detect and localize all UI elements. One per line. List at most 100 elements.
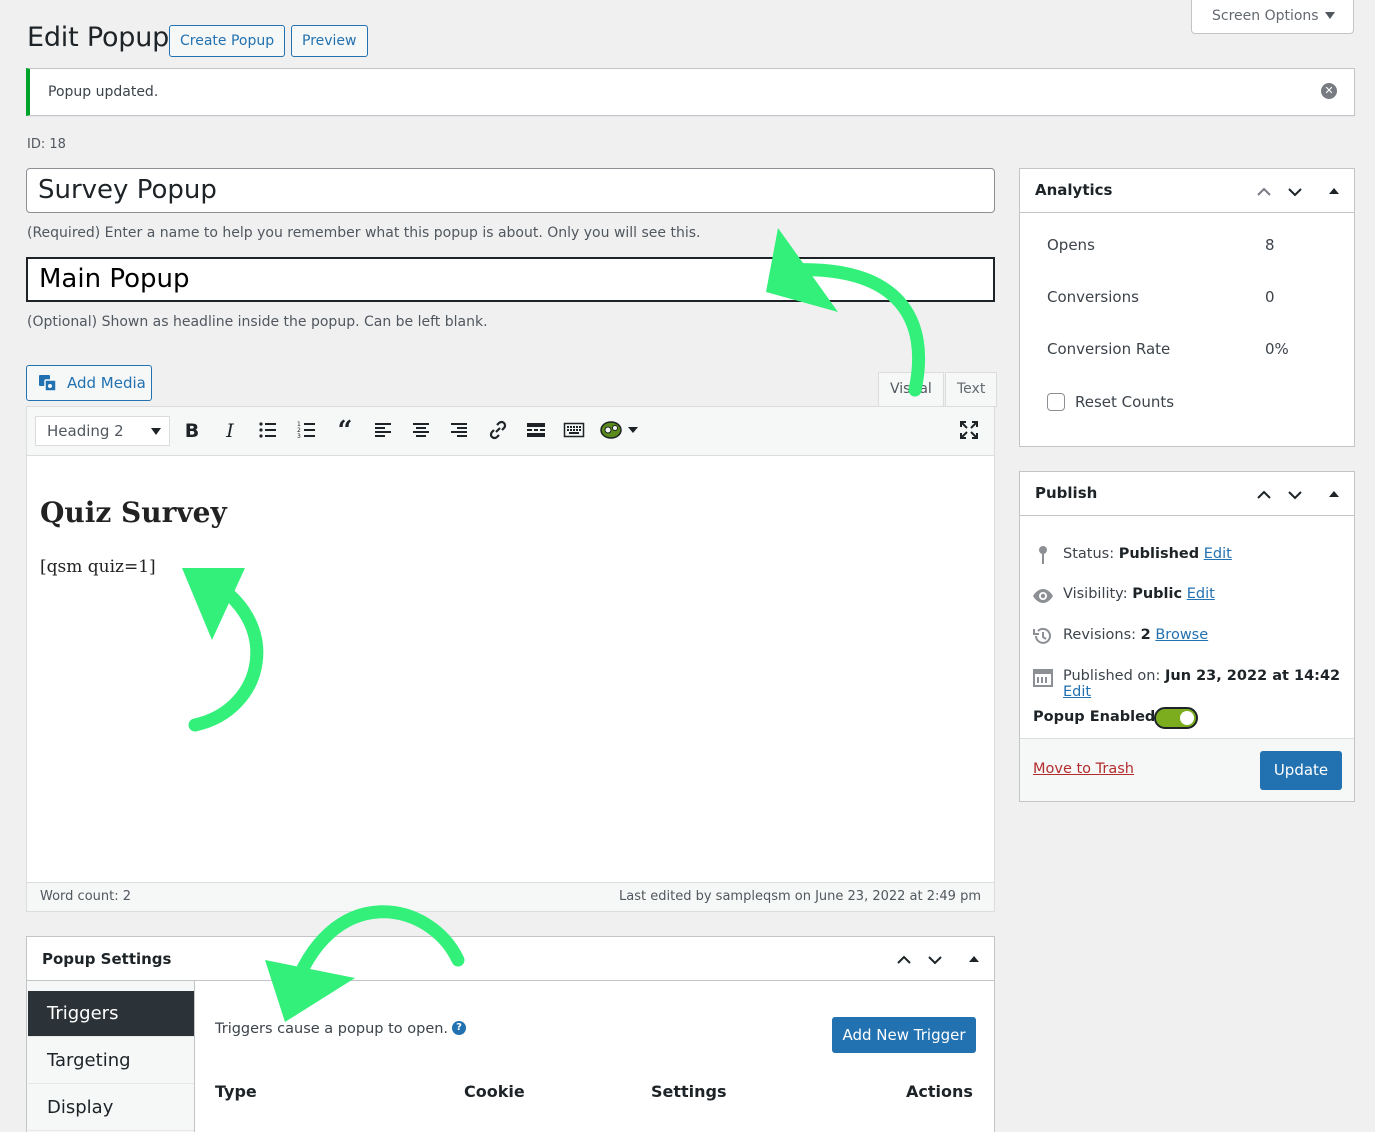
column-type: Type — [215, 1082, 257, 1101]
visibility-value: Public — [1132, 586, 1183, 602]
visibility-label: Visibility: — [1063, 586, 1128, 602]
popup-settings-title: Popup Settings — [42, 950, 172, 968]
help-icon[interactable]: ? — [452, 1021, 466, 1035]
post-id: ID: 18 — [27, 137, 66, 152]
caret-down-icon — [1325, 12, 1335, 19]
status-row: Status: Published Edit — [1063, 546, 1232, 562]
create-popup-button[interactable]: Create Popup — [169, 25, 286, 57]
analytics-value-opens: 8 — [1265, 236, 1275, 254]
pin-icon — [1039, 546, 1047, 564]
publish-box: Publish Status: Published Edit Visibilit… — [1019, 471, 1355, 802]
content-heading: Quiz Survey — [40, 496, 227, 529]
collapse-icon[interactable] — [966, 952, 982, 968]
word-count: Word count: 2 — [40, 889, 132, 904]
screen-options-toggle[interactable]: Screen Options — [1191, 0, 1354, 34]
revisions-row: Revisions: 2 Browse — [1063, 627, 1208, 643]
published-on-value: Jun 23, 2022 at 14:42 — [1164, 668, 1341, 684]
content-shortcode: [qsm quiz=1] — [40, 557, 156, 577]
add-media-label: Add Media — [67, 374, 146, 392]
published-on-edit-link[interactable]: Edit — [1063, 684, 1091, 700]
add-media-button[interactable]: Add Media — [26, 365, 152, 401]
column-actions: Actions — [906, 1082, 973, 1101]
blockquote-icon[interactable]: “ — [333, 418, 357, 444]
last-edited: Last edited by sampleqsm on June 23, 202… — [619, 889, 981, 904]
move-down-icon[interactable] — [927, 952, 943, 968]
caret-down-icon — [151, 428, 161, 435]
popup-settings-box: Popup Settings Triggers Targeting Displa… — [26, 936, 995, 1132]
italic-icon[interactable]: I — [218, 419, 242, 443]
read-more-icon[interactable] — [524, 419, 548, 443]
analytics-label-conversion-rate: Conversion Rate — [1047, 340, 1171, 358]
visibility-edit-link[interactable]: Edit — [1187, 586, 1215, 602]
popup-headline-input[interactable]: Main Popup — [26, 257, 995, 302]
analytics-value-conversion-rate: 0% — [1265, 340, 1289, 358]
move-up-icon[interactable] — [896, 952, 912, 968]
notice-text: Popup updated. — [48, 84, 159, 100]
success-notice: Popup updated. ✕ — [26, 68, 1355, 116]
tab-text[interactable]: Text — [945, 372, 998, 407]
status-edit-link[interactable]: Edit — [1204, 546, 1232, 562]
align-left-icon[interactable] — [371, 419, 395, 443]
analytics-label-opens: Opens — [1047, 236, 1095, 254]
tab-triggers[interactable]: Triggers — [28, 991, 194, 1037]
numbered-list-icon[interactable]: 123 — [295, 419, 319, 443]
move-up-icon[interactable] — [1256, 184, 1272, 200]
published-on-label: Published on: — [1063, 668, 1161, 684]
revisions-icon — [1033, 627, 1051, 644]
tab-display[interactable]: Display — [28, 1085, 194, 1131]
editor-content[interactable]: Quiz Survey [qsm quiz=1] — [27, 457, 994, 882]
popup-settings-header: Popup Settings — [27, 937, 994, 981]
format-select-value: Heading 2 — [47, 422, 124, 440]
analytics-header: Analytics — [1020, 169, 1354, 213]
fullscreen-icon[interactable] — [957, 419, 981, 443]
move-to-trash-link[interactable]: Move to Trash — [1033, 761, 1134, 777]
toolbar-toggle-icon[interactable] — [562, 419, 586, 443]
revisions-browse-link[interactable]: Browse — [1155, 627, 1208, 643]
tab-visual[interactable]: Visual — [878, 372, 944, 407]
update-button[interactable]: Update — [1260, 751, 1342, 790]
popup-name-hint: (Required) Enter a name to help you reme… — [27, 225, 701, 241]
media-icon — [39, 375, 57, 392]
collapse-icon[interactable] — [1326, 184, 1342, 200]
qsm-quiz-icon[interactable] — [600, 419, 644, 443]
dismiss-icon[interactable]: ✕ — [1321, 83, 1337, 99]
visibility-row: Visibility: Public Edit — [1063, 586, 1215, 602]
svg-text:3: 3 — [297, 433, 301, 440]
popup-headline-hint: (Optional) Shown as headline inside the … — [27, 314, 488, 330]
analytics-label-conversions: Conversions — [1047, 288, 1139, 306]
content-editor: Heading 2 B I 123 “ Quiz Survey [qsm qui… — [26, 406, 995, 912]
bullet-list-icon[interactable] — [256, 419, 280, 443]
page-title: Edit Popup — [27, 22, 170, 53]
link-icon[interactable] — [486, 419, 510, 443]
bold-icon[interactable]: B — [180, 419, 204, 443]
triggers-description: Triggers cause a popup to open. — [215, 1021, 449, 1037]
publish-header: Publish — [1020, 472, 1354, 516]
format-select[interactable]: Heading 2 — [35, 416, 170, 446]
move-up-icon[interactable] — [1256, 487, 1272, 503]
column-settings: Settings — [651, 1082, 727, 1101]
reset-counts-checkbox[interactable] — [1047, 393, 1065, 411]
reset-counts-label: Reset Counts — [1075, 393, 1175, 411]
tab-targeting[interactable]: Targeting — [28, 1038, 194, 1084]
collapse-icon[interactable] — [1326, 487, 1342, 503]
move-down-icon[interactable] — [1287, 487, 1303, 503]
analytics-box: Analytics Opens 8 Conversions 0 Conversi… — [1019, 168, 1355, 447]
popup-name-input[interactable]: Survey Popup — [26, 168, 995, 213]
editor-status-bar: Word count: 2 Last edited by sampleqsm o… — [27, 882, 994, 911]
revisions-value: 2 — [1140, 627, 1151, 643]
status-label: Status: — [1063, 546, 1115, 562]
align-center-icon[interactable] — [409, 419, 433, 443]
revisions-label: Revisions: — [1063, 627, 1137, 643]
popup-enabled-toggle[interactable] — [1154, 707, 1198, 729]
move-down-icon[interactable] — [1287, 184, 1303, 200]
analytics-value-conversions: 0 — [1265, 288, 1275, 306]
preview-button[interactable]: Preview — [291, 25, 368, 57]
editor-toolbar: Heading 2 B I 123 “ — [27, 407, 994, 456]
add-new-trigger-button[interactable]: Add New Trigger — [832, 1017, 976, 1053]
calendar-icon — [1033, 669, 1053, 687]
analytics-title: Analytics — [1035, 181, 1113, 199]
column-cookie: Cookie — [464, 1082, 525, 1101]
eye-icon — [1033, 589, 1053, 603]
status-value: Published — [1118, 546, 1200, 562]
align-right-icon[interactable] — [447, 419, 471, 443]
